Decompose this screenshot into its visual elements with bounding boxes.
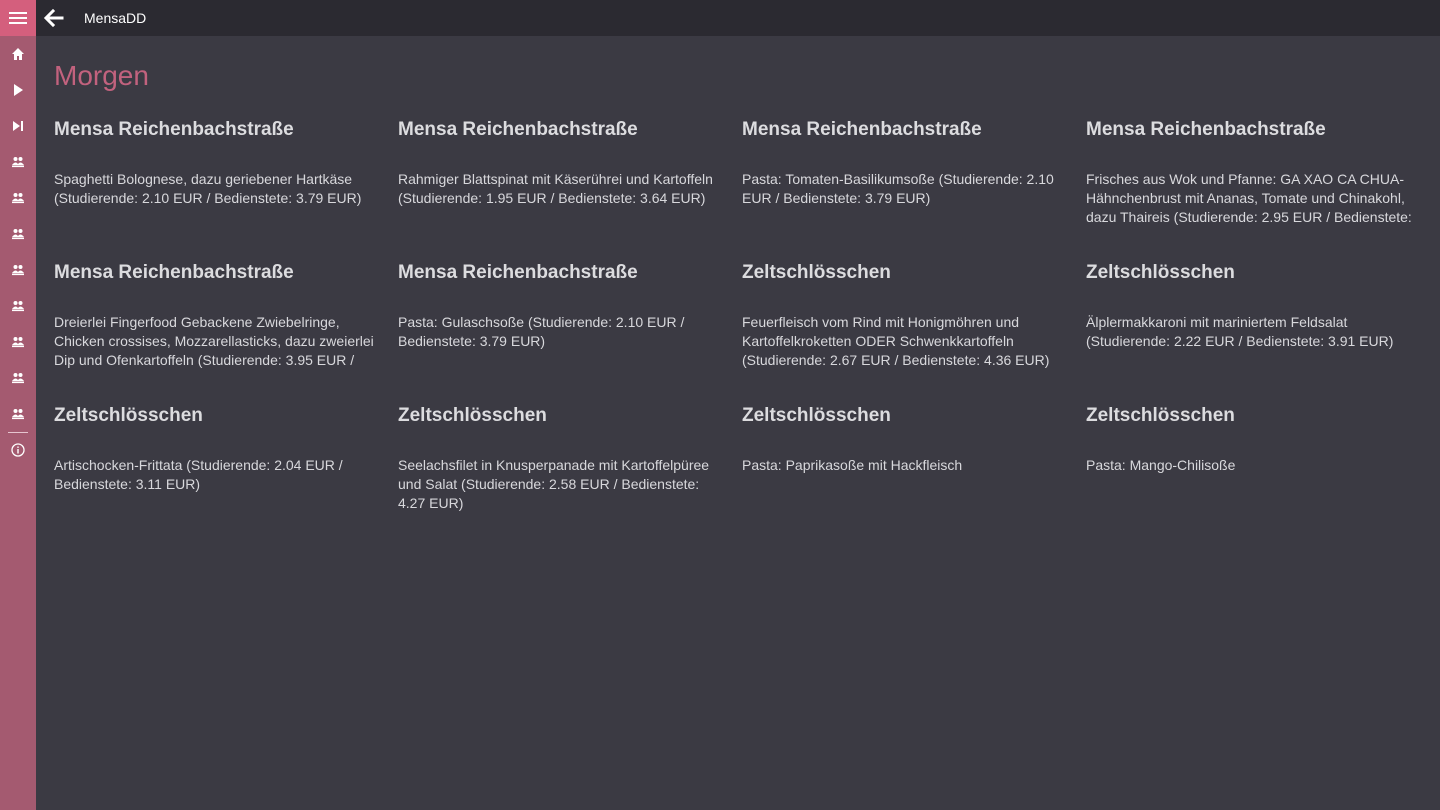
canteen-name: Zeltschlösschen bbox=[398, 405, 547, 426]
back-button[interactable] bbox=[40, 4, 68, 32]
nav-item-mensa[interactable] bbox=[0, 216, 36, 252]
nav-item-mensa[interactable] bbox=[0, 360, 36, 396]
canteen-name: Zeltschlösschen bbox=[742, 262, 891, 283]
canteen-name: Mensa Reichenbachstraße bbox=[742, 119, 982, 140]
meal-card[interactable]: Mensa Reichenbachstraße Spaghetti Bologn… bbox=[54, 118, 398, 261]
home-icon bbox=[12, 48, 24, 60]
canteen-name: Mensa Reichenbachstraße bbox=[1086, 119, 1326, 140]
hamburger-line bbox=[9, 22, 27, 24]
canteen-name: Mensa Reichenbachstraße bbox=[398, 262, 638, 283]
meal-description: Feuerfleisch vom Rind mit Honigmöhren un… bbox=[742, 314, 1050, 368]
nav-item-info[interactable] bbox=[0, 432, 36, 468]
meal-card[interactable]: Zeltschlösschen Artischocken-Frittata (S… bbox=[54, 404, 398, 547]
meal-grid: Mensa Reichenbachstraße Spaghetti Bologn… bbox=[54, 118, 1434, 547]
page-title: Morgen bbox=[54, 60, 149, 91]
canteen-name: Zeltschlösschen bbox=[54, 405, 203, 426]
title-bar: MensaDD bbox=[0, 0, 1440, 36]
mensa-icon bbox=[12, 157, 24, 168]
meal-card[interactable]: Mensa Reichenbachstraße Frisches aus Wok… bbox=[1086, 118, 1430, 261]
nav-item-mensa[interactable] bbox=[0, 252, 36, 288]
mensa-icon bbox=[12, 229, 24, 240]
canteen-name: Mensa Reichenbachstraße bbox=[54, 262, 294, 283]
hamburger-line bbox=[9, 17, 27, 19]
meal-card[interactable]: Zeltschlösschen Seelachsfilet in Knusper… bbox=[398, 404, 742, 547]
nav-item-today[interactable] bbox=[0, 72, 36, 108]
meal-card[interactable]: Mensa Reichenbachstraße Pasta: Tomaten-B… bbox=[742, 118, 1086, 261]
back-arrow-icon bbox=[43, 8, 64, 28]
meal-card[interactable]: Zeltschlösschen Feuerfleisch vom Rind mi… bbox=[742, 261, 1086, 404]
meal-card[interactable]: Mensa Reichenbachstraße Rahmiger Blattsp… bbox=[398, 118, 742, 261]
hamburger-menu-button[interactable] bbox=[0, 0, 36, 36]
nav-item-mensa[interactable] bbox=[0, 144, 36, 180]
nav-item-home[interactable] bbox=[0, 36, 36, 72]
meal-description: Pasta: Mango-Chilisoße bbox=[1086, 457, 1236, 473]
meal-description: Artischocken-Frittata (Studierende: 2.04… bbox=[54, 457, 343, 492]
meal-card[interactable]: Mensa Reichenbachstraße Dreierlei Finger… bbox=[54, 261, 398, 404]
canteen-name: Zeltschlösschen bbox=[742, 405, 891, 426]
nav-item-tomorrow[interactable] bbox=[0, 108, 36, 144]
mensa-icon bbox=[12, 337, 24, 348]
mensa-icon bbox=[12, 373, 24, 384]
meal-card[interactable]: Zeltschlösschen Pasta: Paprikasoße mit H… bbox=[742, 404, 1086, 547]
nav-item-mensa[interactable] bbox=[0, 180, 36, 216]
meal-description: Pasta: Tomaten-Basilikumsoße (Studierend… bbox=[742, 171, 1054, 206]
meal-card[interactable]: Mensa Reichenbachstraße Pasta: Gulaschso… bbox=[398, 261, 742, 404]
canteen-name: Mensa Reichenbachstraße bbox=[398, 119, 638, 140]
skip-next-icon bbox=[13, 121, 23, 131]
nav-item-mensa[interactable] bbox=[0, 396, 36, 432]
meal-description: Seelachsfilet in Knusperpanade mit Karto… bbox=[398, 457, 710, 511]
meal-description: Älplermakkaroni mit mariniertem Feldsala… bbox=[1086, 314, 1394, 349]
canteen-name: Mensa Reichenbachstraße bbox=[54, 119, 294, 140]
sidebar-nav bbox=[0, 36, 36, 810]
meal-card[interactable]: Zeltschlösschen Älplermakkaroni mit mari… bbox=[1086, 261, 1430, 404]
hamburger-line bbox=[9, 12, 27, 14]
nav-item-mensa[interactable] bbox=[0, 288, 36, 324]
meal-description: Pasta: Paprikasoße mit Hackfleisch bbox=[742, 457, 963, 473]
meal-description: Frisches aus Wok und Pfanne: GA XAO CA C… bbox=[1086, 171, 1412, 225]
mensa-icon bbox=[12, 193, 24, 204]
meal-card[interactable]: Zeltschlösschen Pasta: Mango-Chilisoße bbox=[1086, 404, 1430, 547]
app-title: MensaDD bbox=[84, 10, 147, 26]
meal-description: Dreierlei Fingerfood Gebackene Zwiebelri… bbox=[54, 314, 374, 368]
meal-description: Spaghetti Bolognese, dazu geriebener Har… bbox=[54, 171, 362, 206]
play-icon bbox=[14, 84, 23, 96]
mensa-icon bbox=[12, 265, 24, 276]
main-content: Morgen Mensa Reichenbachstraße Spaghetti… bbox=[36, 36, 1440, 810]
canteen-name: Zeltschlösschen bbox=[1086, 405, 1235, 426]
nav-item-mensa[interactable] bbox=[0, 324, 36, 360]
mensa-icon bbox=[12, 409, 24, 420]
canteen-name: Zeltschlösschen bbox=[1086, 262, 1235, 283]
info-icon bbox=[11, 443, 25, 457]
meal-description: Pasta: Gulaschsoße (Studierende: 2.10 EU… bbox=[398, 314, 685, 349]
mensa-icon bbox=[12, 301, 24, 312]
meal-description: Rahmiger Blattspinat mit Käserührei und … bbox=[398, 171, 713, 206]
